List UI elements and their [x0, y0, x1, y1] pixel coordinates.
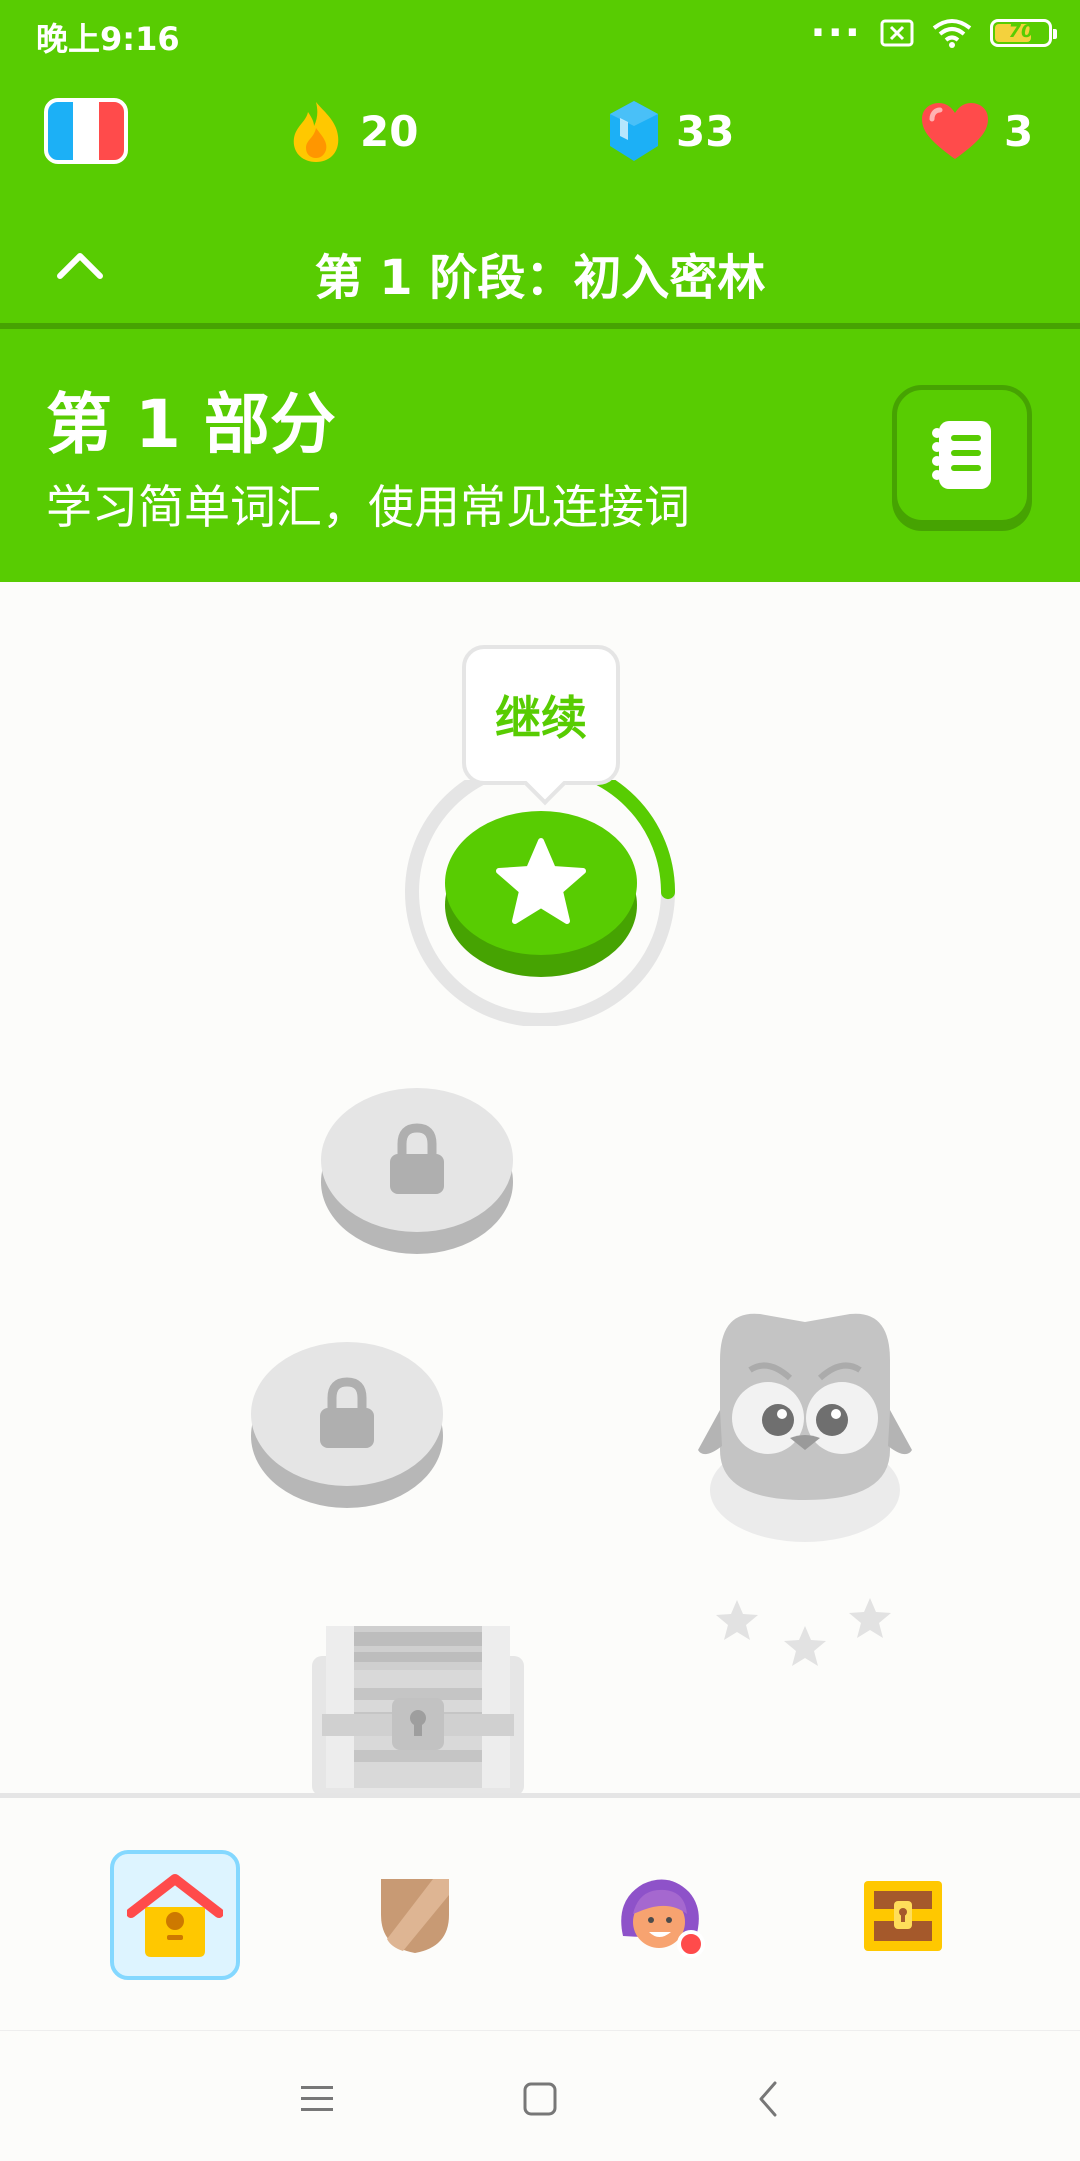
more-dots-icon: ···	[810, 10, 862, 56]
system-nav-bar	[0, 2030, 1080, 2161]
section-banner: 第 1 部分 学习简单词汇，使用常见连接词	[0, 329, 1080, 582]
shield-icon	[381, 1879, 449, 1953]
avatar-icon	[621, 1879, 705, 1958]
gems-counter[interactable]: 33	[606, 96, 734, 166]
france-flag-icon	[44, 98, 128, 164]
guidebook-button[interactable]	[892, 385, 1032, 525]
heart-icon	[922, 103, 988, 159]
star-icon	[784, 1626, 826, 1666]
home-square-icon[interactable]	[510, 2069, 570, 2129]
battery-level: 70	[1008, 21, 1034, 42]
gem-icon	[610, 101, 658, 161]
bottom-nav	[0, 1798, 1080, 2030]
owl-stars	[716, 1598, 891, 1666]
flame-icon	[293, 102, 339, 162]
gems-count: 33	[676, 106, 735, 156]
nav-profile[interactable]	[594, 1850, 724, 1980]
status-time: 晚上9:16	[36, 20, 180, 58]
continue-tooltip[interactable]: 继续	[462, 645, 620, 785]
section-title: 第 1 部分	[46, 386, 336, 463]
nav-leagues[interactable]	[350, 1850, 480, 1980]
streak-count: 20	[360, 106, 419, 156]
shop-chest-icon	[864, 1881, 942, 1951]
section-subtitle: 学习简单词汇，使用常见连接词	[46, 480, 690, 534]
notification-dot	[677, 1930, 705, 1958]
lesson-node-locked[interactable]	[320, 1078, 514, 1254]
nav-shop[interactable]	[838, 1850, 968, 1980]
sim-none-icon	[880, 19, 914, 47]
notebook-icon	[932, 421, 991, 489]
back-arrow-icon[interactable]	[738, 2069, 798, 2129]
streak-counter[interactable]: 20	[286, 96, 418, 166]
battery-icon: 70	[990, 19, 1057, 47]
lesson-node-locked[interactable]	[250, 1332, 444, 1508]
hearts-count: 3	[1004, 106, 1034, 156]
menu-icon[interactable]	[287, 2069, 347, 2129]
continue-label: 继续	[495, 691, 587, 745]
star-icon	[716, 1600, 758, 1640]
nav-home[interactable]	[110, 1850, 240, 1980]
status-icons: ··· 70	[810, 10, 1057, 56]
star-icon	[849, 1598, 891, 1638]
wifi-icon	[932, 19, 972, 48]
lesson-node-active[interactable]	[443, 805, 639, 981]
house-icon	[127, 1874, 223, 1957]
course-flag-button[interactable]	[44, 96, 128, 166]
unit-header: 第 1 阶段：初入密林	[0, 210, 1080, 322]
hearts-counter[interactable]: 3	[920, 96, 1033, 166]
status-bar: 晚上9:16 ··· 70	[0, 0, 1080, 66]
unit-title: 第 1 阶段：初入密林	[314, 250, 766, 306]
chest-icon[interactable]	[308, 1618, 528, 1794]
owl-mascot-icon	[698, 1313, 912, 1542]
